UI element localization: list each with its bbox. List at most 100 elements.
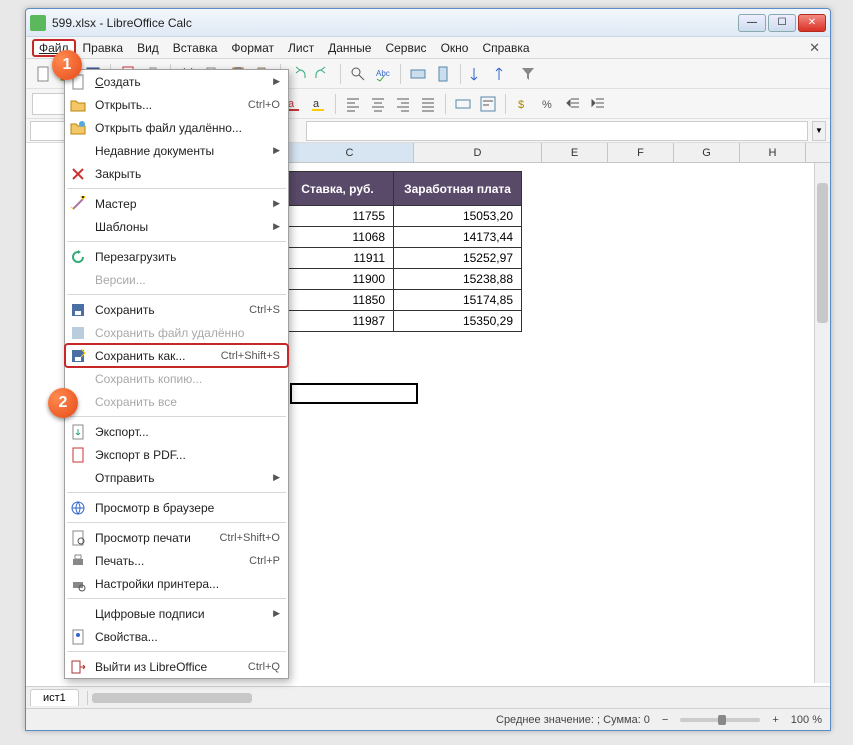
percent-icon[interactable]: % [537,93,559,115]
svg-text:$: $ [518,99,524,111]
sort-desc-icon[interactable] [492,63,514,85]
zoom-thumb[interactable] [718,715,726,725]
scrollbar-thumb[interactable] [817,183,828,323]
svg-text:a: a [313,98,320,110]
menu-edit[interactable]: Правка [76,39,131,57]
menu-open[interactable]: Открыть...Ctrl+O [65,93,288,116]
app-icon [30,15,46,31]
find-icon[interactable] [347,63,369,85]
sheet-tabs: ист1 [26,686,830,708]
menubar: Файл Правка Вид Вставка Формат Лист Данн… [26,37,830,59]
col-header-f[interactable]: F [608,143,674,162]
redo-icon[interactable] [312,63,334,85]
align-center-icon[interactable] [367,93,389,115]
formula-input[interactable] [306,121,808,141]
spellcheck-icon[interactable]: Abc [372,63,394,85]
window-buttons: — ☐ ✕ [738,14,826,32]
toolbar-separator [505,94,506,114]
close-button[interactable]: ✕ [798,14,826,32]
menu-wizard[interactable]: Мастер▶ [65,192,288,215]
menu-save-as[interactable]: Сохранить как...Ctrl+Shift+S [65,344,288,367]
menu-export[interactable]: Экспорт... [65,420,288,443]
decrease-indent-icon[interactable] [587,93,609,115]
sort-asc-icon[interactable] [467,63,489,85]
undo-icon[interactable] [287,63,309,85]
currency-icon[interactable]: $ [512,93,534,115]
file-menu-dropdown: Создать▶ Открыть...Ctrl+O Открыть файл у… [64,69,289,679]
align-left-icon[interactable] [342,93,364,115]
menu-close-doc[interactable]: Закрыть [65,162,288,185]
hscroll-thumb[interactable] [92,693,252,703]
col-header-g[interactable]: G [674,143,740,162]
app-window: 599.xlsx - LibreOffice Calc — ☐ ✕ Файл П… [25,8,831,731]
menu-save[interactable]: СохранитьCtrl+S [65,298,288,321]
wizard-icon [69,195,87,213]
horizontal-scrollbar[interactable] [87,691,830,705]
zoom-in-icon[interactable]: + [772,714,778,726]
menu-export-pdf[interactable]: Экспорт в PDF... [65,443,288,466]
exit-icon [69,658,87,676]
menu-versions: Версии... [65,268,288,291]
new-doc-icon[interactable] [32,63,54,85]
menu-printer-settings[interactable]: Настройки принтера... [65,572,288,595]
col-header-e[interactable]: E [542,143,608,162]
svg-text:a: a [288,98,295,110]
menu-send[interactable]: Отправить▶ [65,466,288,489]
merge-cells-icon[interactable] [452,93,474,115]
menu-reload[interactable]: Перезагрузить [65,245,288,268]
filter-icon[interactable] [517,63,539,85]
menu-digital-sign[interactable]: Цифровые подписи▶ [65,602,288,625]
menu-new[interactable]: Создать▶ [65,70,288,93]
wrap-text-icon[interactable] [477,93,499,115]
titlebar: 599.xlsx - LibreOffice Calc — ☐ ✕ [26,9,830,37]
minimize-button[interactable]: — [738,14,766,32]
zoom-out-icon[interactable]: − [662,714,668,726]
col-header-h[interactable]: H [740,143,806,162]
save-icon [69,301,87,319]
callout-badge-1: 1 [52,50,82,80]
menu-sheet[interactable]: Лист [281,39,321,57]
highlight-icon[interactable]: a [307,93,329,115]
print-icon [69,552,87,570]
menu-preview-browser[interactable]: Просмотр в браузере [65,496,288,519]
col-icon[interactable] [432,63,454,85]
menu-help[interactable]: Справка [475,39,536,57]
open-icon [69,96,87,114]
align-justify-icon[interactable] [417,93,439,115]
increase-indent-icon[interactable] [562,93,584,115]
menu-save-copy[interactable]: Сохранить копию... [65,367,288,390]
document-close-button[interactable]: ✕ [805,40,824,56]
col-header-c[interactable]: C [286,143,414,162]
menu-properties[interactable]: Свойства... [65,625,288,648]
menu-window[interactable]: Окно [434,39,476,57]
properties-icon [69,628,87,646]
maximize-button[interactable]: ☐ [768,14,796,32]
align-right-icon[interactable] [392,93,414,115]
menu-save-remote: Сохранить файл удалённо [65,321,288,344]
menu-print-preview[interactable]: Просмотр печатиCtrl+Shift+O [65,526,288,549]
toolbar-separator [340,64,341,84]
zoom-slider[interactable] [680,718,760,722]
menu-data[interactable]: Данные [321,39,378,57]
menu-exit[interactable]: Выйти из LibreOfficeCtrl+Q [65,655,288,678]
row-icon[interactable] [407,63,429,85]
menu-print[interactable]: Печать...Ctrl+P [65,549,288,572]
zoom-value: 100 % [791,714,822,726]
vertical-scrollbar[interactable] [814,163,830,683]
menu-open-remote[interactable]: Открыть файл удалённо... [65,116,288,139]
save-as-icon [69,347,87,365]
formula-expand-icon[interactable]: ▼ [812,121,826,141]
menu-templates[interactable]: Шаблоны▶ [65,215,288,238]
menu-tools[interactable]: Сервис [378,39,433,57]
export-icon [69,423,87,441]
col-header-d[interactable]: D [414,143,542,162]
pdf-icon [69,446,87,464]
callout-badge-2: 2 [48,388,78,418]
menu-insert[interactable]: Вставка [166,39,225,57]
menu-view[interactable]: Вид [130,39,166,57]
menu-format[interactable]: Формат [224,39,281,57]
status-avg-sum: Среднее значение: ; Сумма: 0 [496,714,650,726]
menu-recent[interactable]: Недавние документы▶ [65,139,288,162]
window-title: 599.xlsx - LibreOffice Calc [52,16,738,30]
sheet-tab-1[interactable]: ист1 [30,689,79,706]
